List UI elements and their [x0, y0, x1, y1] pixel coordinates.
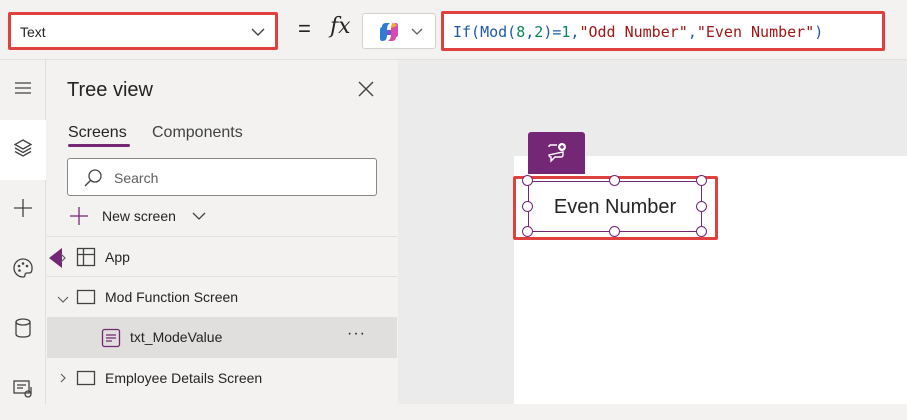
formula-bar: Text = fx If(Mod(8,2)=1,"Odd Number","Ev…	[0, 0, 907, 60]
rail-themes[interactable]	[0, 240, 46, 300]
formula-token: "Even Number"	[696, 23, 815, 41]
copilot-icon	[378, 21, 400, 48]
tree-row-app[interactable]: App	[47, 237, 397, 277]
screen-icon	[76, 370, 96, 391]
formula-token: 8	[516, 23, 526, 41]
active-tab-indicator	[68, 144, 130, 147]
more-options-icon[interactable]: ···	[347, 325, 366, 343]
formula-input[interactable]: If(Mod(8,2)=1,"Odd Number","Even Number"…	[441, 11, 885, 51]
formula-token: )	[814, 23, 824, 41]
chevron-right-icon[interactable]	[58, 251, 68, 269]
tab-screens[interactable]: Screens	[68, 124, 127, 142]
property-dropdown[interactable]: Text	[8, 12, 278, 50]
chevron-down-icon	[191, 209, 207, 228]
label-text: Even Number	[553, 196, 677, 218]
palette-icon	[12, 257, 34, 284]
resize-handle[interactable]	[696, 175, 707, 186]
app-icon	[76, 247, 96, 272]
left-rail	[0, 60, 46, 404]
rail-tree-view[interactable]	[0, 120, 46, 180]
media-icon	[12, 377, 34, 404]
plus-icon	[69, 206, 89, 231]
tree-view-panel: Tree view Screens Components Search New …	[47, 60, 397, 404]
copilot-button[interactable]	[362, 13, 436, 49]
formula-token: "Odd Number"	[579, 23, 688, 41]
formula-token: 2	[534, 23, 544, 41]
chevron-down-icon	[409, 24, 425, 45]
tree-row-label: App	[105, 249, 130, 265]
comment-add-icon	[546, 142, 568, 169]
tree-row-control[interactable]: txt_ModeValue ···	[47, 317, 397, 357]
plus-icon	[12, 197, 34, 224]
chevron-right-icon[interactable]	[58, 371, 68, 389]
chevron-down-icon	[249, 23, 267, 46]
add-comment-button[interactable]	[528, 132, 585, 174]
tree-row-label: Mod Function Screen	[105, 289, 239, 305]
text-label-icon	[101, 328, 121, 353]
hamburger-menu-icon	[13, 78, 33, 103]
rail-data[interactable]	[0, 300, 46, 360]
tree-row-label: txt_ModeValue	[130, 329, 223, 345]
tree-row-label: Employee Details Screen	[105, 370, 263, 386]
screen-icon	[76, 289, 96, 310]
close-icon[interactable]	[357, 80, 375, 103]
property-value: Text	[20, 24, 46, 40]
resize-handle[interactable]	[696, 201, 707, 212]
formula-token: ,	[525, 23, 535, 41]
resize-handle[interactable]	[696, 226, 707, 237]
resize-handle[interactable]	[609, 226, 620, 237]
equals-sign: =	[298, 16, 311, 41]
formula-token: )=	[543, 23, 562, 41]
formula-token: If(Mod(	[453, 23, 517, 41]
formula-text: If(Mod(8,2)=1,"Odd Number","Even Number"…	[453, 23, 823, 41]
rail-menu[interactable]	[0, 60, 46, 120]
resize-handle[interactable]	[522, 201, 533, 212]
tree-view-title: Tree view	[67, 79, 153, 101]
canvas-area: Even Number	[398, 60, 907, 404]
resize-handle[interactable]	[609, 175, 620, 186]
search-icon	[82, 167, 104, 194]
chevron-down-icon[interactable]	[56, 292, 70, 310]
layers-icon	[12, 137, 34, 164]
formula-token: ,	[687, 23, 697, 41]
tree-row-screen[interactable]: Employee Details Screen	[47, 358, 397, 398]
resize-handle[interactable]	[522, 226, 533, 237]
database-icon	[13, 317, 33, 344]
search-placeholder: Search	[114, 170, 159, 186]
rail-insert[interactable]	[0, 180, 46, 240]
tree-row-screen[interactable]: Mod Function Screen	[47, 277, 397, 317]
rail-media[interactable]	[0, 360, 46, 420]
resize-handle[interactable]	[522, 175, 533, 186]
new-screen-label: New screen	[102, 208, 176, 224]
search-input[interactable]: Search	[67, 158, 377, 196]
tab-components[interactable]: Components	[152, 124, 243, 142]
fx-icon[interactable]: fx	[330, 14, 351, 39]
